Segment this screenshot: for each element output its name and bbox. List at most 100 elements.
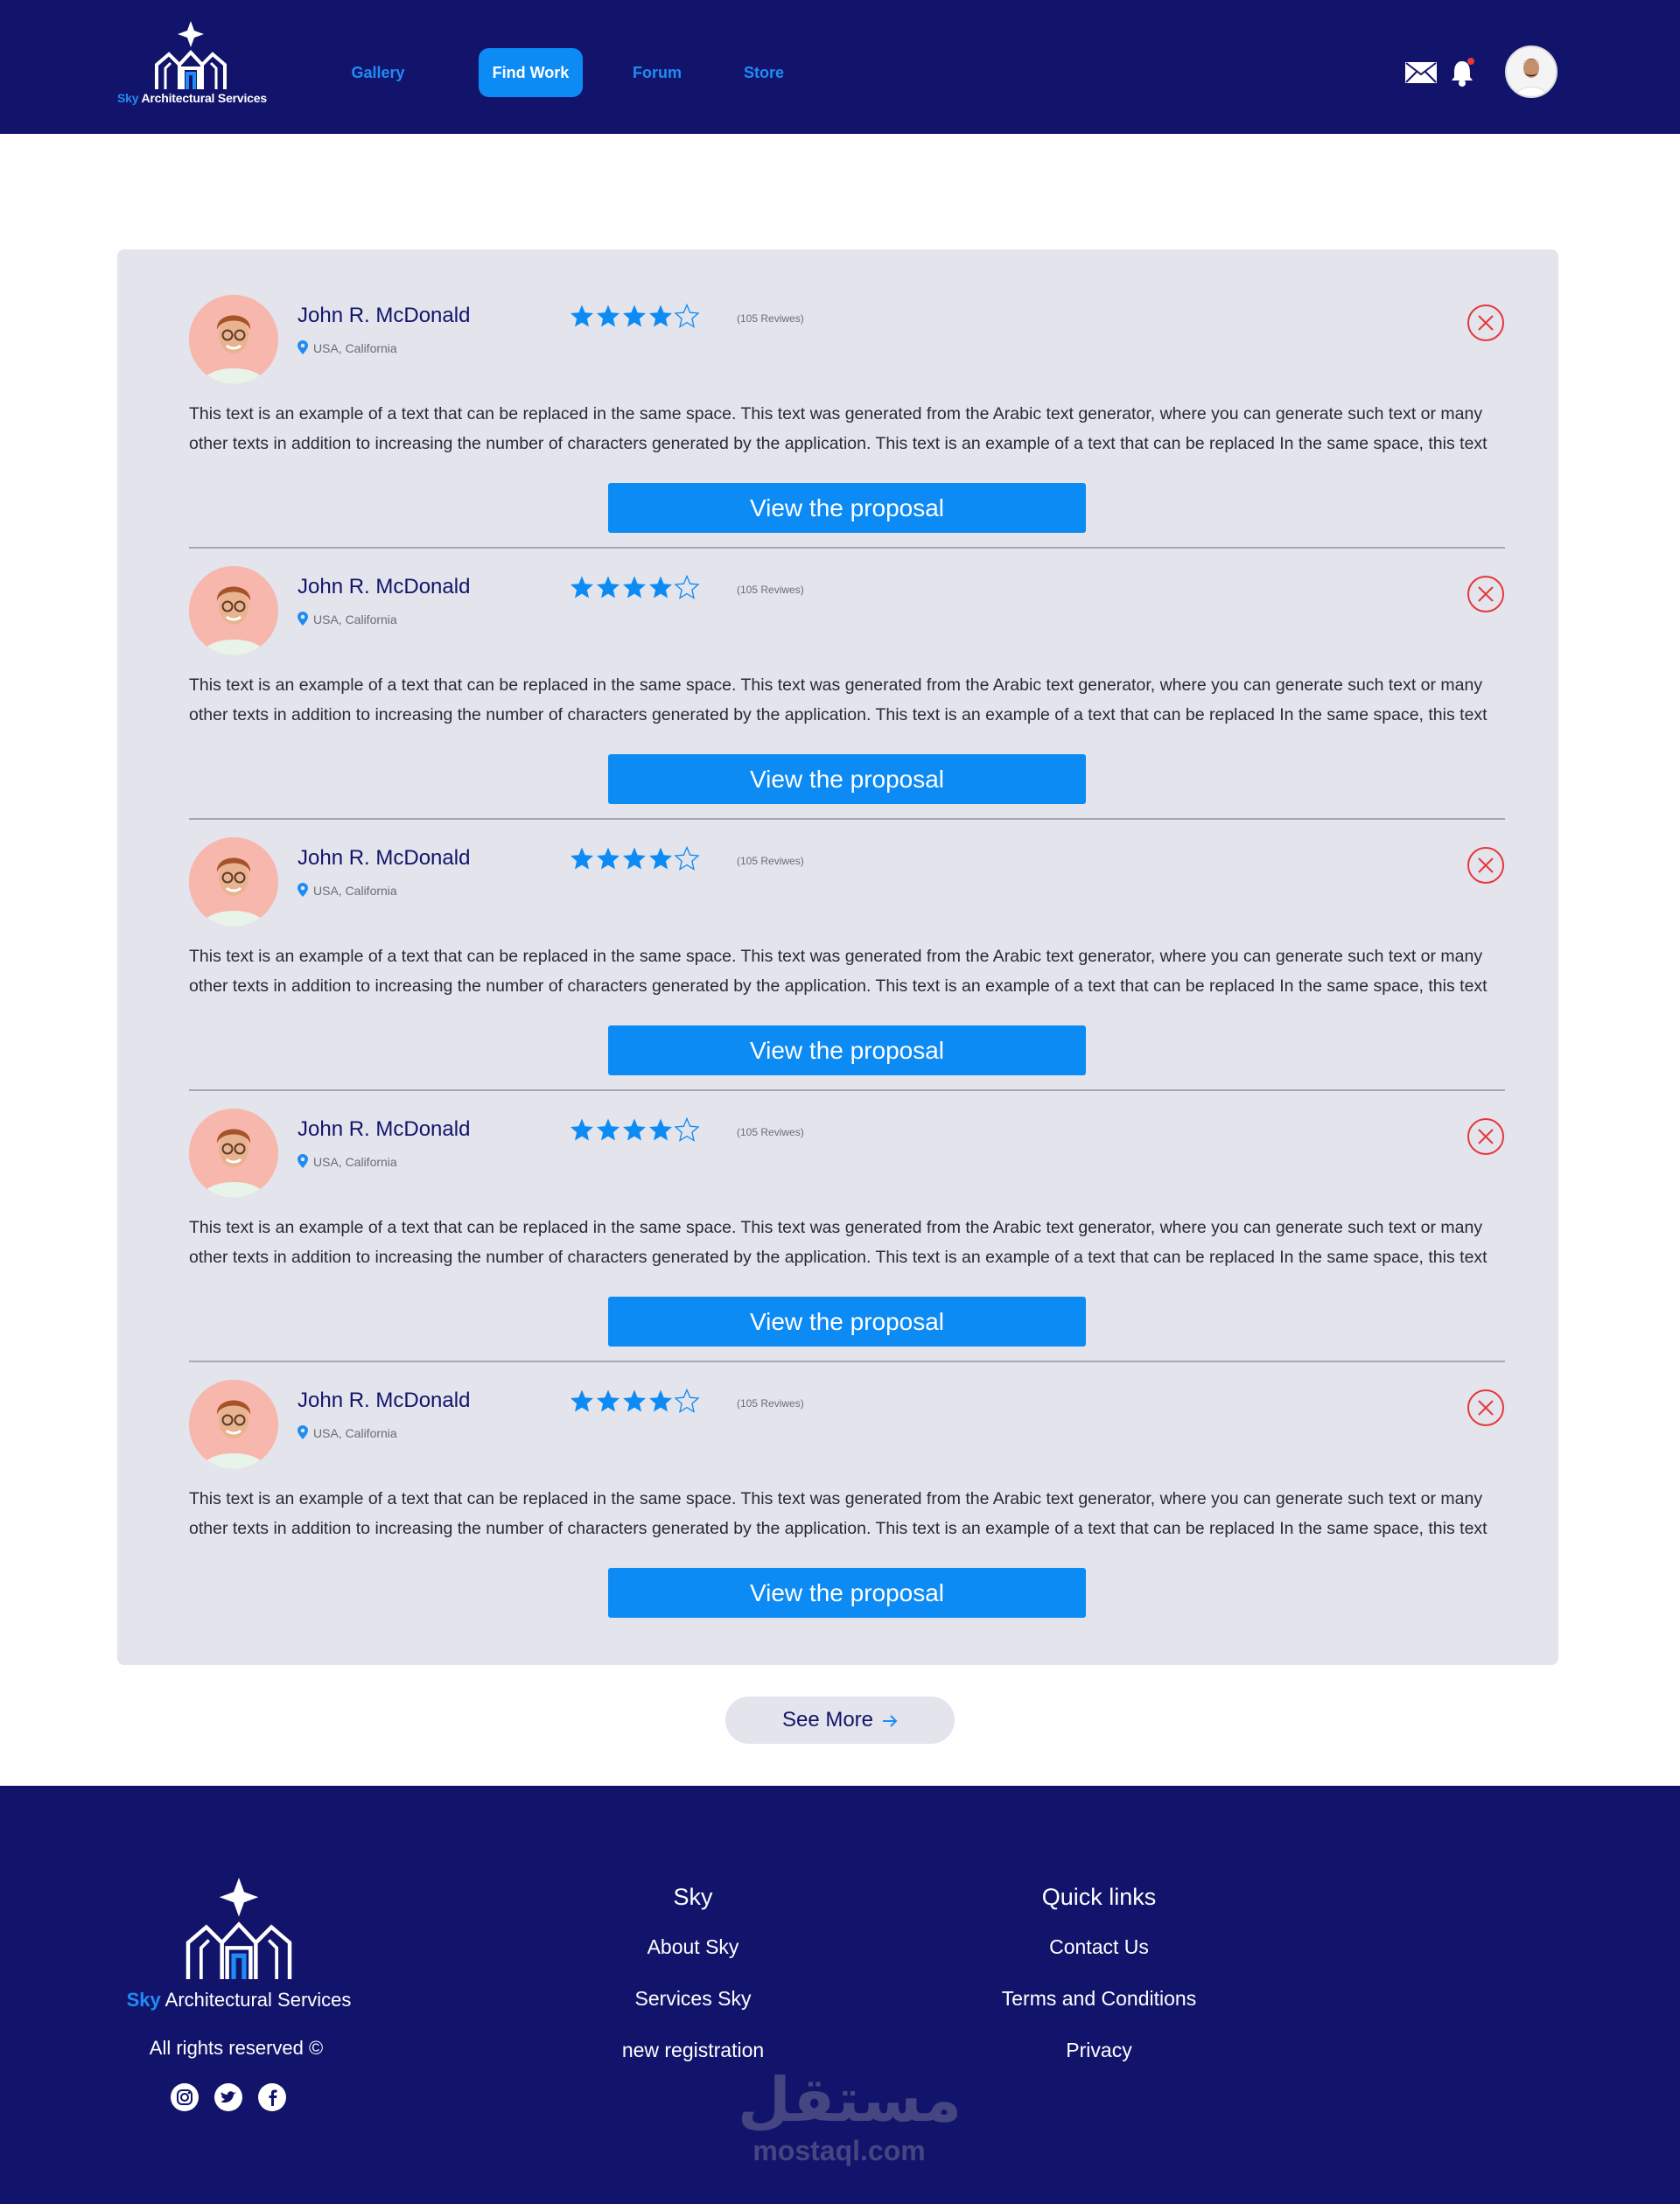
brand-logo-text: Sky Architectural Services (117, 91, 267, 105)
star-filled-icon (621, 304, 648, 332)
footer-brand-logo-text: Sky Architectural Services (126, 1989, 352, 2011)
star-filled-icon (648, 575, 674, 604)
nav-find-work[interactable]: Find Work (479, 48, 583, 97)
proposal-card: John R. McDonald USA, California (105 Re… (189, 1334, 1505, 1618)
footer-heading-sky: Sky (673, 1884, 713, 1910)
star-rating (569, 303, 700, 332)
star-rating (569, 1116, 700, 1146)
footer-heading-quick-links: Quick links (1041, 1884, 1157, 1910)
proposal-text: This text is an example of a text that c… (189, 947, 1488, 996)
location-pin-icon (298, 340, 308, 357)
footer-link-new-registration[interactable]: new registration (562, 2039, 824, 2062)
star-filled-icon (569, 1117, 595, 1146)
star-filled-icon (569, 846, 595, 875)
star-empty-icon (674, 845, 700, 875)
freelancer-avatar[interactable] (189, 295, 278, 384)
proposal-text: This text is an example of a text that c… (189, 404, 1488, 453)
star-filled-icon (621, 1389, 648, 1417)
star-filled-icon (595, 1117, 621, 1146)
view-proposal-button[interactable]: View the proposal (608, 1568, 1086, 1618)
twitter-icon[interactable] (214, 2082, 243, 2112)
see-more-button[interactable]: See More (725, 1697, 955, 1744)
mail-icon[interactable] (1404, 61, 1438, 88)
freelancer-name[interactable]: John R. McDonald (298, 1389, 470, 1413)
star-filled-icon (648, 1389, 674, 1417)
star-filled-icon (595, 1389, 621, 1417)
building-logo-icon (155, 21, 227, 89)
footer-link-contact-us[interactable]: Contact Us (968, 1935, 1230, 1959)
star-filled-icon (595, 846, 621, 875)
review-count: (105 Reviwes) (737, 1397, 804, 1410)
footer-brand-logo[interactable]: Sky Architectural Services (121, 1875, 357, 2015)
proposal-card: John R. McDonald USA, California (105 Re… (189, 792, 1505, 1091)
freelancer-avatar[interactable] (189, 837, 278, 927)
dismiss-proposal-icon[interactable] (1466, 575, 1505, 613)
proposal-card: John R. McDonald USA, California (105 Re… (189, 521, 1505, 820)
proposals-panel: John R. McDonald USA, California (105 Re… (117, 249, 1558, 1665)
proposal-card: John R. McDonald USA, California (105 Re… (189, 249, 1505, 549)
watermark-latin: mostaql.com (752, 2135, 926, 2166)
dismiss-proposal-icon[interactable] (1466, 846, 1505, 885)
notification-dot (1467, 58, 1474, 65)
freelancer-name[interactable]: John R. McDonald (298, 575, 470, 599)
copyright-text: All rights reserved © (149, 2037, 324, 2059)
review-count: (105 Reviwes) (737, 584, 804, 596)
proposal-text: This text is an example of a text that c… (189, 1489, 1488, 1538)
star-filled-icon (621, 1117, 648, 1146)
freelancer-avatar[interactable] (189, 1109, 278, 1198)
freelancer-location: USA, California (298, 1154, 397, 1171)
arrow-right-icon (882, 1697, 898, 1745)
dismiss-proposal-icon[interactable] (1466, 304, 1505, 342)
star-empty-icon (674, 303, 700, 332)
nav-forum[interactable]: Forum (623, 48, 691, 97)
proposal-text: This text is an example of a text that c… (189, 675, 1488, 724)
dismiss-proposal-icon[interactable] (1466, 1389, 1505, 1427)
proposal-card: John R. McDonald USA, California (105 Re… (189, 1063, 1505, 1362)
footer-link-services-sky[interactable]: Services Sky (562, 1987, 824, 2011)
freelancer-name[interactable]: John R. McDonald (298, 1117, 470, 1142)
building-logo-icon (186, 1877, 292, 1980)
star-filled-icon (569, 304, 595, 332)
mostaql-watermark: مستقل mostaql.com (738, 2064, 962, 2166)
star-filled-icon (648, 304, 674, 332)
star-filled-icon (648, 846, 674, 875)
user-avatar[interactable] (1505, 45, 1558, 98)
freelancer-name[interactable]: John R. McDonald (298, 846, 470, 871)
nav-gallery[interactable]: Gallery (334, 48, 422, 97)
notification-bell-icon[interactable] (1450, 58, 1476, 92)
instagram-icon[interactable] (170, 2082, 200, 2112)
review-count: (105 Reviwes) (737, 312, 804, 325)
freelancer-location: USA, California (298, 1425, 397, 1442)
star-filled-icon (621, 846, 648, 875)
star-empty-icon (674, 1116, 700, 1146)
star-empty-icon (674, 574, 700, 604)
nav-store[interactable]: Store (733, 48, 794, 97)
location-pin-icon (298, 612, 308, 628)
star-rating (569, 1388, 700, 1417)
review-count: (105 Reviwes) (737, 855, 804, 867)
footer-link-about-sky[interactable]: About Sky (562, 1935, 824, 1959)
star-empty-icon (674, 1388, 700, 1417)
star-filled-icon (595, 575, 621, 604)
location-pin-icon (298, 1154, 308, 1171)
star-rating (569, 845, 700, 875)
brand-logo[interactable]: Sky Architectural Services (117, 19, 267, 110)
star-filled-icon (621, 575, 648, 604)
star-rating (569, 574, 700, 604)
star-filled-icon (648, 1117, 674, 1146)
freelancer-name[interactable]: John R. McDonald (298, 304, 470, 328)
freelancer-avatar[interactable] (189, 566, 278, 655)
star-filled-icon (595, 304, 621, 332)
footer-link-terms[interactable]: Terms and Conditions (968, 1987, 1230, 2011)
location-pin-icon (298, 883, 308, 899)
star-filled-icon (569, 1389, 595, 1417)
freelancer-avatar[interactable] (189, 1380, 278, 1469)
watermark-arabic: مستقل (738, 2064, 962, 2136)
dismiss-proposal-icon[interactable] (1466, 1117, 1505, 1156)
freelancer-location: USA, California (298, 883, 397, 899)
location-pin-icon (298, 1425, 308, 1442)
star-filled-icon (569, 575, 595, 604)
footer-link-privacy[interactable]: Privacy (968, 2039, 1230, 2062)
freelancer-location: USA, California (298, 340, 397, 357)
facebook-icon[interactable] (257, 2082, 287, 2112)
